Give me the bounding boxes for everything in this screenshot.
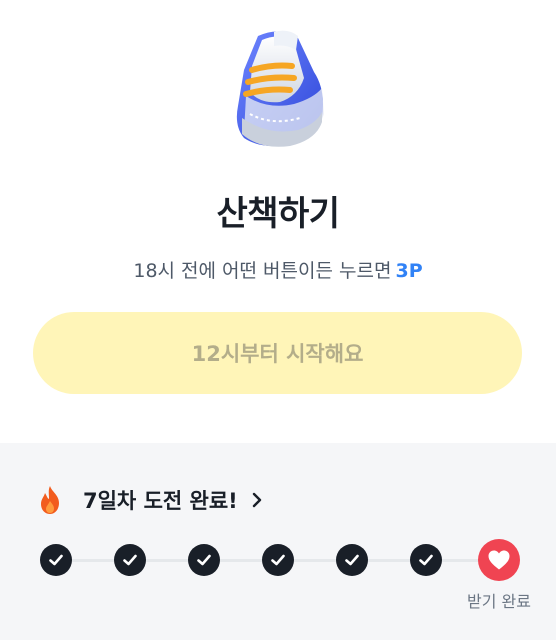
condition-text: 18시 전에 어떤 버튼이든 누르면: [133, 260, 392, 282]
day-6-completed: [410, 544, 442, 576]
check-icon: [197, 554, 211, 566]
mission-condition: 18시 전에 어떤 버튼이든 누르면 3P: [0, 256, 556, 283]
day-5-completed: [336, 544, 368, 576]
check-icon: [123, 554, 137, 566]
streak-header-link[interactable]: 7일차 도전 완료!: [37, 483, 264, 517]
check-icon: [271, 554, 285, 566]
reward-status-label: 받기 완료: [467, 592, 531, 611]
check-icon: [345, 554, 359, 566]
mission-title: 산책하기: [216, 194, 340, 234]
day-7-reward-button[interactable]: [478, 539, 520, 581]
day-4-completed: [262, 544, 294, 576]
start-button[interactable]: 12시부터 시작해요: [33, 312, 522, 394]
reward-points: 3P: [395, 260, 423, 282]
streak-title: 7일차 도전 완료!: [83, 489, 238, 513]
mission-card: 산책하기 18시 전에 어떤 버튼이든 누르면 3P 12시부터 시작해요: [0, 0, 556, 443]
fire-icon: [41, 486, 59, 514]
day-1-completed: [40, 544, 72, 576]
heart-icon: [488, 550, 510, 570]
streak-panel: 7일차 도전 완료! 받기 완료: [0, 443, 556, 640]
check-icon: [49, 554, 63, 566]
chevron-right-icon: [252, 492, 261, 508]
day-2-completed: [114, 544, 146, 576]
sneaker-icon: [236, 30, 324, 147]
check-icon: [419, 554, 433, 566]
day-3-completed: [188, 544, 220, 576]
